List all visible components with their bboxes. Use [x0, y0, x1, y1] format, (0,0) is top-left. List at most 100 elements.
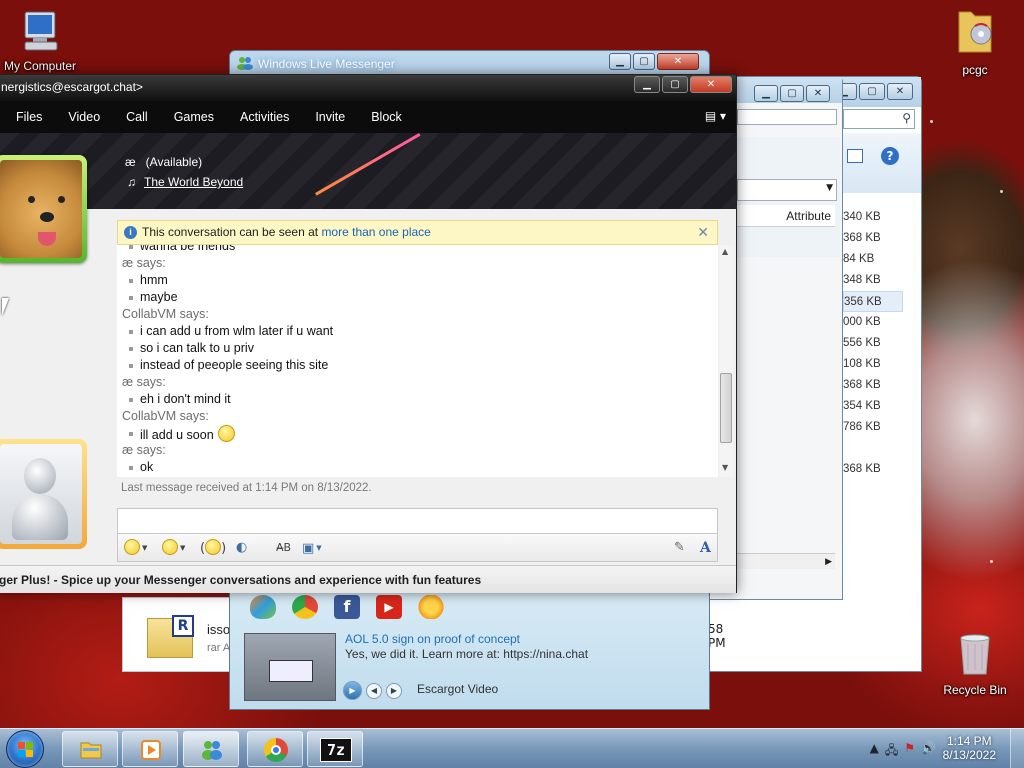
taskbar-explorer-button[interactable]: [62, 731, 118, 767]
conversation-window[interactable]: nergistics@escargot.chat> ▁ ▢ ✕ Files Vid…: [0, 74, 737, 593]
scroll-down-icon[interactable]: ▼: [722, 463, 728, 472]
conversation-titlebar[interactable]: nergistics@escargot.chat> ▁ ▢ ✕: [0, 75, 736, 101]
scroll-up-icon[interactable]: ▲: [722, 247, 728, 256]
message-input[interactable]: [117, 508, 718, 534]
file-size-cell[interactable]: 356 KB: [843, 291, 903, 312]
minimize-button[interactable]: ▁: [634, 76, 660, 93]
file-size-cell[interactable]: 786 KB: [843, 417, 903, 438]
file-size-cell[interactable]: 340 KB: [843, 207, 903, 228]
media-player-icon: [141, 740, 161, 760]
video-thumbnail[interactable]: [244, 633, 336, 701]
previous-icon[interactable]: ◀: [366, 682, 382, 699]
file-size-cell[interactable]: 108 KB: [843, 354, 903, 375]
recycle-bin-label: Recycle Bin: [943, 683, 1007, 697]
taskbar-chrome-button[interactable]: [247, 731, 303, 767]
explorer-search-input[interactable]: ⚲: [843, 109, 915, 129]
sun-icon[interactable]: [418, 595, 444, 619]
video-title-link[interactable]: AOL 5.0 sign on proof of concept: [345, 632, 520, 646]
maximize-button[interactable]: ▢: [859, 83, 885, 100]
emoticon-button[interactable]: ▼: [124, 539, 147, 557]
preview-pane-icon[interactable]: [847, 149, 863, 163]
file-size-cell[interactable]: 556 KB: [843, 333, 903, 354]
start-button[interactable]: [6, 730, 44, 768]
maximize-button[interactable]: ▢: [780, 85, 804, 102]
smiley-icon: [124, 539, 140, 555]
messenger-plus-ad-bar[interactable]: ger Plus! - Spice up your Messenger conv…: [0, 565, 736, 593]
snowflake: [930, 120, 933, 123]
sender-name: CollabVM says:: [122, 307, 209, 321]
tools-menu-icon[interactable]: ▤ ▾: [705, 109, 726, 123]
taskbar-7zip-button[interactable]: 7z: [307, 731, 363, 767]
maximize-button[interactable]: ▢: [633, 53, 655, 70]
column-header-attribute[interactable]: Attribute: [737, 205, 835, 227]
scrollbar-thumb[interactable]: [720, 373, 732, 443]
menu-invite[interactable]: Invite: [315, 110, 345, 124]
show-desktop-button[interactable]: [1010, 729, 1024, 768]
menu-files[interactable]: Files: [16, 110, 42, 124]
taskbar-media-player-button[interactable]: [122, 731, 178, 767]
messenger-logo-icon: [237, 57, 253, 70]
now-playing: ♫ The World Beyond: [127, 175, 243, 189]
history-scrollbar[interactable]: ▲ ▼: [719, 245, 733, 477]
help-icon[interactable]: ?: [881, 147, 899, 165]
menu-block[interactable]: Block: [371, 110, 402, 124]
file-size-cell[interactable]: [843, 438, 903, 459]
handwriting-button[interactable]: ✎: [674, 539, 685, 557]
message-text: ill add u soon: [140, 428, 214, 442]
font-button[interactable]: A: [700, 539, 711, 557]
spellcheck-button[interactable]: A̶B: [276, 539, 291, 557]
show-hidden-icons-icon[interactable]: ▲: [870, 741, 879, 762]
taskbar-messenger-button[interactable]: [183, 731, 239, 767]
next-icon[interactable]: ▶: [386, 682, 402, 699]
system-tray: ▲ 🖧 ⚑ 🔊: [870, 741, 936, 762]
backgrounds-button[interactable]: ▣ ▼: [302, 539, 322, 557]
my-computer-desktop-icon[interactable]: My Computer: [2, 8, 78, 73]
facebook-icon[interactable]: f: [334, 595, 360, 619]
butterfly-icon[interactable]: [250, 595, 276, 619]
action-center-icon[interactable]: ⚑: [904, 741, 915, 762]
file-size-cell[interactable]: 84 KB: [843, 249, 903, 270]
youtube-icon[interactable]: ▶: [376, 595, 402, 619]
maximize-button[interactable]: ▢: [662, 76, 688, 93]
menu-call[interactable]: Call: [126, 110, 148, 124]
network-icon[interactable]: 🖧: [885, 741, 898, 762]
close-button[interactable]: ✕: [887, 83, 913, 100]
contact-avatar[interactable]: [0, 155, 87, 263]
file-size-cell[interactable]: 348 KB: [843, 270, 903, 291]
taskbar-clock[interactable]: 1:14 PM 8/13/2022: [943, 734, 996, 762]
minimize-button[interactable]: ▁: [609, 53, 631, 70]
menu-video[interactable]: Video: [68, 110, 100, 124]
file-size-cell[interactable]: 000 KB: [843, 312, 903, 333]
message-text: maybe: [140, 290, 178, 304]
close-button[interactable]: ✕: [806, 85, 830, 102]
volume-icon[interactable]: 🔊: [921, 741, 936, 762]
horizontal-scrollbar[interactable]: ▶: [737, 553, 835, 569]
close-icon[interactable]: ✕: [697, 221, 709, 244]
close-button[interactable]: ✕: [690, 76, 732, 93]
view-dropdown[interactable]: ▼: [737, 179, 837, 201]
file-size-cell[interactable]: 368 KB: [843, 375, 903, 396]
file-size-cell[interactable]: 368 KB: [843, 459, 903, 480]
minimize-button[interactable]: ▁: [754, 85, 778, 102]
conversation-caption-buttons: ▁ ▢ ✕: [634, 76, 732, 93]
pcgc-desktop-icon[interactable]: pcgc: [942, 6, 1008, 77]
chrome-logo-icon[interactable]: [292, 595, 318, 619]
scroll-right-icon[interactable]: ▶: [825, 557, 832, 567]
file-size-cell[interactable]: 368 KB: [843, 228, 903, 249]
notice-link[interactable]: more than one place: [321, 225, 430, 239]
file-size-cell[interactable]: 354 KB: [843, 396, 903, 417]
messenger-icon: [202, 741, 222, 760]
close-button[interactable]: ✕: [657, 53, 699, 70]
my-avatar[interactable]: [0, 439, 87, 549]
play-icon[interactable]: ▶: [343, 681, 362, 700]
menu-games[interactable]: Games: [174, 110, 214, 124]
nudge-button[interactable]: (): [200, 539, 226, 557]
now-playing-link[interactable]: The World Beyond: [144, 175, 243, 189]
menu-activities[interactable]: Activities: [240, 110, 289, 124]
contact-banner: [0, 133, 736, 209]
computer-icon: [24, 11, 58, 51]
wink-button[interactable]: ▼: [162, 539, 185, 557]
recycle-bin-desktop-icon[interactable]: Recycle Bin: [938, 630, 1012, 697]
voice-clip-button[interactable]: ◐: [236, 539, 247, 557]
address-bar[interactable]: [737, 109, 837, 125]
